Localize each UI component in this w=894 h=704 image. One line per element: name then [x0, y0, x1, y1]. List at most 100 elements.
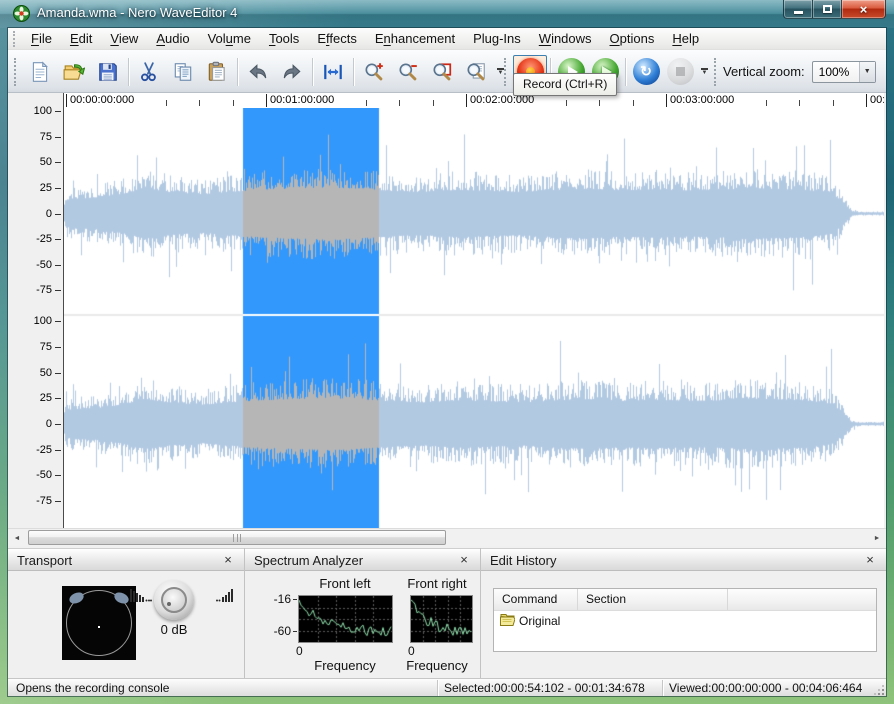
close-button[interactable]: ×	[841, 0, 886, 19]
menu-item-file[interactable]: File	[22, 28, 61, 50]
scale-tick	[55, 214, 61, 215]
volume-knob-marker	[167, 602, 171, 606]
scrollbar-thumb[interactable]	[28, 530, 446, 545]
loop-button[interactable]: ↻	[629, 55, 663, 88]
new-document-icon	[29, 61, 51, 83]
copy-button[interactable]	[166, 55, 200, 88]
cut-button[interactable]	[132, 55, 166, 88]
stop-button[interactable]	[663, 55, 697, 88]
status-viewed: Viewed:00:00:00:000 - 00:04:06:464	[669, 681, 862, 695]
zoom-in-button[interactable]	[357, 55, 391, 88]
waveform-canvas[interactable]	[63, 108, 884, 528]
toolbar-overflow-button[interactable]: ▼	[697, 55, 712, 88]
menu-item-plug-ins[interactable]: Plug-Ins	[464, 28, 530, 50]
timeline-ruler[interactable]: 00:00:00:00000:01:00:00000:02:00:00000:0…	[8, 93, 886, 108]
toolbar-grip[interactable]	[504, 58, 508, 86]
column-header-blank[interactable]	[728, 589, 876, 610]
menu-item-effects[interactable]: Effects	[308, 28, 366, 50]
maximize-button[interactable]	[813, 0, 841, 19]
chevron-down-icon: ▼	[498, 71, 504, 76]
zoom-out-button[interactable]	[391, 55, 425, 88]
amplitude-scale: 1007550250-25-50-751007550250-25-50-75	[8, 108, 63, 528]
new-document-button[interactable]	[23, 55, 57, 88]
title-bar[interactable]: Amanda.wma - Nero WaveEditor 4 ×	[0, 0, 894, 28]
zoom-in-icon	[363, 61, 385, 83]
goniometer-display	[62, 586, 136, 660]
scale-label: 25	[8, 182, 52, 194]
history-panel-header[interactable]: Edit History ×	[481, 548, 886, 571]
history-table: CommandSection Original	[493, 588, 877, 652]
scale-tick	[55, 475, 61, 476]
spectrum-y-top: -16	[259, 592, 291, 606]
menubar-grip[interactable]	[13, 31, 16, 47]
scale-label: 50	[8, 156, 52, 168]
redo-button[interactable]	[275, 55, 309, 88]
menu-item-enhancement[interactable]: Enhancement	[366, 28, 464, 50]
client-area: FileEditViewAudioVolumeToolsEffectsEnhan…	[8, 28, 886, 696]
scale-label: -25	[8, 444, 52, 456]
transport-panel-header[interactable]: Transport ×	[8, 548, 244, 571]
channel-label-front-right: Front right	[389, 576, 481, 591]
paste-button[interactable]	[200, 55, 234, 88]
status-selected: Selected:00:00:54:102 - 00:01:34:678	[444, 681, 645, 695]
scroll-left-button[interactable]: ◄	[8, 530, 26, 546]
spectrum-y-bottom: -60	[259, 624, 291, 638]
menu-bar: FileEditViewAudioVolumeToolsEffectsEnhan…	[8, 28, 886, 50]
file-toolbar-group: ▼	[14, 54, 508, 89]
ruler-minor-tick	[766, 100, 767, 106]
menu-item-tools[interactable]: Tools	[260, 28, 308, 50]
spectrum-x-zero: 0	[408, 644, 415, 658]
spectrum-panel-header[interactable]: Spectrum Analyzer ×	[245, 548, 480, 571]
panel-title: Spectrum Analyzer	[254, 553, 363, 568]
redo-icon	[281, 61, 303, 83]
toolbar-grip[interactable]	[714, 58, 718, 86]
vertical-zoom-select[interactable]: 100% ▼	[812, 61, 876, 83]
fit-horizontal-button[interactable]	[316, 55, 350, 88]
toolbar-separator	[237, 58, 238, 86]
zoom-selection-button[interactable]	[425, 55, 459, 88]
column-header-section[interactable]: Section	[578, 589, 728, 610]
minimize-button[interactable]	[783, 0, 813, 19]
ruler-label: 00:01:00:000	[268, 94, 336, 107]
window-title: Amanda.wma - Nero WaveEditor 4	[37, 5, 237, 20]
scale-label: 100	[8, 315, 52, 327]
scale-tick	[55, 290, 61, 291]
minimize-icon	[794, 11, 803, 14]
spectrum-x-axis-label: Frequency	[297, 658, 393, 673]
close-icon[interactable]: ×	[862, 552, 878, 568]
scale-tick	[55, 501, 61, 502]
chevron-down-icon: ▼	[702, 71, 708, 76]
paste-icon	[206, 61, 228, 83]
history-table-rows: Original	[494, 611, 876, 631]
save-button[interactable]	[91, 55, 125, 88]
spectrum-x-axis-label: Frequency	[389, 658, 481, 673]
close-icon[interactable]: ×	[456, 552, 472, 568]
open-folder-button[interactable]	[57, 55, 91, 88]
close-icon: ×	[860, 2, 868, 17]
horizontal-scrollbar[interactable]: ◄ ►	[8, 528, 886, 546]
history-row[interactable]: Original	[494, 611, 876, 631]
undo-button[interactable]	[241, 55, 275, 88]
stop-icon	[667, 58, 694, 85]
volume-knob[interactable]	[154, 580, 194, 620]
menu-item-audio[interactable]: Audio	[147, 28, 198, 50]
menu-item-help[interactable]: Help	[663, 28, 708, 50]
ruler-major-tick	[266, 94, 267, 107]
menu-item-edit[interactable]: Edit	[61, 28, 101, 50]
record-tooltip: Record (Ctrl+R)	[513, 73, 617, 96]
close-icon[interactable]: ×	[220, 552, 236, 568]
zoom-document-button[interactable]	[459, 55, 493, 88]
chevron-down-icon[interactable]: ▼	[859, 62, 875, 82]
folder-icon	[500, 613, 519, 629]
resize-grip[interactable]	[874, 685, 884, 695]
scale-tick	[55, 347, 61, 348]
menu-item-volume[interactable]: Volume	[199, 28, 260, 50]
menu-item-windows[interactable]: Windows	[530, 28, 601, 50]
toolbar-grip[interactable]	[14, 58, 18, 86]
menu-item-view[interactable]: View	[101, 28, 147, 50]
scroll-right-button[interactable]: ►	[868, 530, 886, 546]
scale-tick	[55, 265, 61, 266]
menu-item-options[interactable]: Options	[601, 28, 664, 50]
column-header-command[interactable]: Command	[494, 589, 578, 610]
scale-label: -50	[8, 469, 52, 481]
